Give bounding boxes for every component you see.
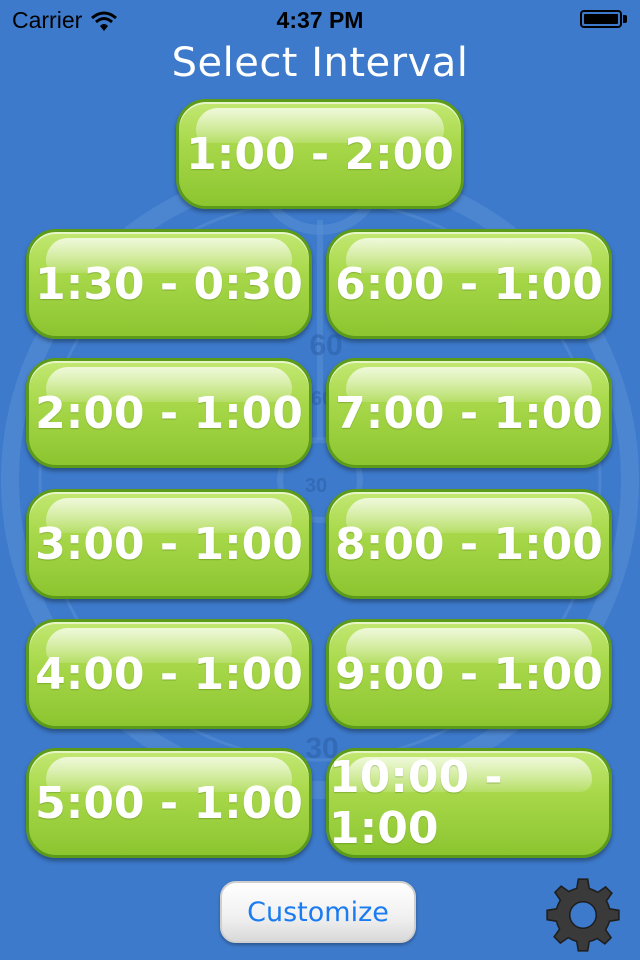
interval-button-11[interactable]: 10:00 - 1:00 xyxy=(326,748,612,858)
interval-label: 2:00 - 1:00 xyxy=(35,387,303,439)
interval-button-1[interactable]: 1:00 - 2:00 xyxy=(176,99,464,209)
interval-label: 4:00 - 1:00 xyxy=(35,648,303,700)
interval-label: 5:00 - 1:00 xyxy=(35,777,303,829)
interval-label: 8:00 - 1:00 xyxy=(335,518,603,570)
interval-label: 7:00 - 1:00 xyxy=(335,387,603,439)
interval-label: 1:30 - 0:30 xyxy=(35,258,303,310)
interval-label: 1:00 - 2:00 xyxy=(186,128,454,180)
gear-icon[interactable] xyxy=(544,876,622,954)
interval-button-4[interactable]: 2:00 - 1:00 xyxy=(26,358,312,468)
interval-button-7[interactable]: 8:00 - 1:00 xyxy=(326,489,612,599)
customize-label: Customize xyxy=(247,896,389,928)
page-title: Select Interval xyxy=(171,40,469,86)
interval-label: 3:00 - 1:00 xyxy=(35,518,303,570)
interval-button-9[interactable]: 9:00 - 1:00 xyxy=(326,619,612,729)
interval-button-2[interactable]: 1:30 - 0:30 xyxy=(26,229,312,339)
battery-icon xyxy=(580,10,628,30)
dial-number-inner-bottom: 30 xyxy=(305,475,327,497)
dial-number-top: 60 xyxy=(309,329,342,362)
interval-label: 6:00 - 1:00 xyxy=(335,258,603,310)
status-bar: Carrier 4:37 PM xyxy=(0,0,640,40)
interval-button-5[interactable]: 7:00 - 1:00 xyxy=(326,358,612,468)
interval-button-8[interactable]: 4:00 - 1:00 xyxy=(26,619,312,729)
interval-label: 10:00 - 1:00 xyxy=(329,752,503,854)
interval-button-10[interactable]: 5:00 - 1:00 xyxy=(26,748,312,858)
interval-button-6[interactable]: 3:00 - 1:00 xyxy=(26,489,312,599)
interval-button-3[interactable]: 6:00 - 1:00 xyxy=(326,229,612,339)
interval-label: 9:00 - 1:00 xyxy=(335,648,603,700)
status-time: 4:37 PM xyxy=(276,7,364,33)
customize-button[interactable]: Customize xyxy=(220,881,416,943)
